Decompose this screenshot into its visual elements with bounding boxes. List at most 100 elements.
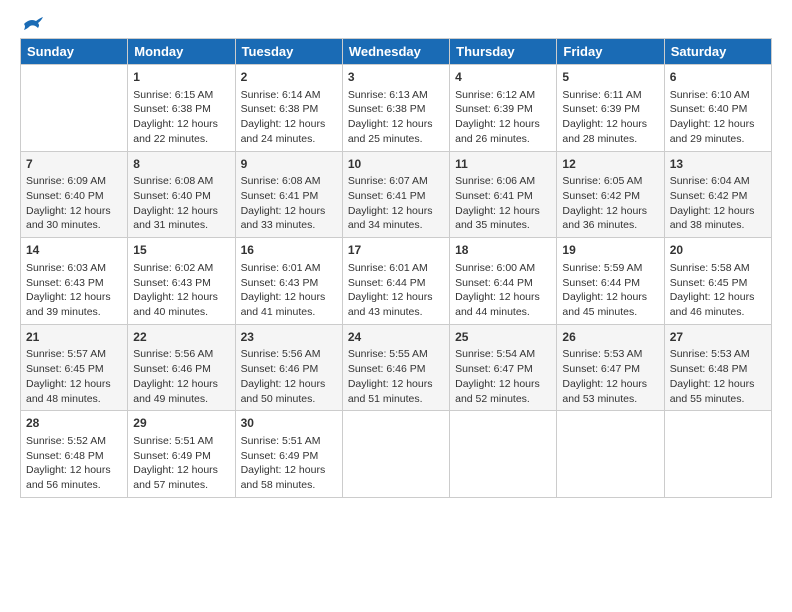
day-number: 2	[241, 69, 337, 86]
calendar-cell: 14Sunrise: 6:03 AM Sunset: 6:43 PM Dayli…	[21, 238, 128, 325]
day-info: Sunrise: 5:55 AM Sunset: 6:46 PM Dayligh…	[348, 347, 444, 406]
day-info: Sunrise: 6:09 AM Sunset: 6:40 PM Dayligh…	[26, 174, 122, 233]
day-header-tuesday: Tuesday	[235, 39, 342, 65]
day-number: 20	[670, 242, 766, 259]
day-info: Sunrise: 6:12 AM Sunset: 6:39 PM Dayligh…	[455, 88, 551, 147]
day-info: Sunrise: 5:53 AM Sunset: 6:48 PM Dayligh…	[670, 347, 766, 406]
day-info: Sunrise: 6:03 AM Sunset: 6:43 PM Dayligh…	[26, 261, 122, 320]
day-number: 9	[241, 156, 337, 173]
calendar-cell: 21Sunrise: 5:57 AM Sunset: 6:45 PM Dayli…	[21, 324, 128, 411]
day-number: 28	[26, 415, 122, 432]
day-number: 24	[348, 329, 444, 346]
calendar-cell: 6 Sunrise: 6:10 AM Sunset: 6:40 PM Daylig…	[664, 65, 771, 152]
calendar-cell: 19 Sunrise: 5:59 AM Sunset: 6:44 PM Dayli…	[557, 238, 664, 325]
calendar-cell: 28 Sunrise: 5:52 AM Sunset: 6:48 PM Dayli…	[21, 411, 128, 498]
day-info: Sunrise: 6:01 AM Sunset: 6:44 PM Dayligh…	[348, 261, 444, 320]
page-container: SundayMondayTuesdayWednesdayThursdayFrid…	[0, 0, 792, 508]
day-number: 18	[455, 242, 551, 259]
calendar-cell: 15 Sunrise: 6:02 AM Sunset: 6:43 PM Dayli…	[128, 238, 235, 325]
day-number: 10	[348, 156, 444, 173]
calendar-week-row: 14Sunrise: 6:03 AM Sunset: 6:43 PM Dayli…	[21, 238, 772, 325]
day-number: 8	[133, 156, 229, 173]
day-info: Sunrise: 6:06 AM Sunset: 6:41 PM Dayligh…	[455, 174, 551, 233]
logo	[20, 16, 44, 32]
calendar-week-row: 21Sunrise: 5:57 AM Sunset: 6:45 PM Dayli…	[21, 324, 772, 411]
day-number: 11	[455, 156, 551, 173]
day-number: 27	[670, 329, 766, 346]
calendar-cell	[21, 65, 128, 152]
day-info: Sunrise: 6:05 AM Sunset: 6:42 PM Dayligh…	[562, 174, 658, 233]
day-info: Sunrise: 6:11 AM Sunset: 6:39 PM Dayligh…	[562, 88, 658, 147]
calendar-cell	[342, 411, 449, 498]
calendar-week-row: 28 Sunrise: 5:52 AM Sunset: 6:48 PM Dayli…	[21, 411, 772, 498]
day-info: Sunrise: 6:04 AM Sunset: 6:42 PM Dayligh…	[670, 174, 766, 233]
day-info: Sunrise: 5:54 AM Sunset: 6:47 PM Dayligh…	[455, 347, 551, 406]
calendar-cell: 4 Sunrise: 6:12 AM Sunset: 6:39 PM Daylig…	[450, 65, 557, 152]
calendar-cell: 30Sunrise: 5:51 AM Sunset: 6:49 PM Dayli…	[235, 411, 342, 498]
day-info: Sunrise: 5:51 AM Sunset: 6:49 PM Dayligh…	[133, 434, 229, 493]
day-info: Sunrise: 6:10 AM Sunset: 6:40 PM Dayligh…	[670, 88, 766, 147]
day-info: Sunrise: 5:59 AM Sunset: 6:44 PM Dayligh…	[562, 261, 658, 320]
calendar-cell: 3 Sunrise: 6:13 AM Sunset: 6:38 PM Daylig…	[342, 65, 449, 152]
day-number: 1	[133, 69, 229, 86]
day-info: Sunrise: 5:53 AM Sunset: 6:47 PM Dayligh…	[562, 347, 658, 406]
calendar-cell	[664, 411, 771, 498]
day-info: Sunrise: 5:56 AM Sunset: 6:46 PM Dayligh…	[133, 347, 229, 406]
calendar-cell: 9Sunrise: 6:08 AM Sunset: 6:41 PM Daylig…	[235, 151, 342, 238]
calendar-cell: 8Sunrise: 6:08 AM Sunset: 6:40 PM Daylig…	[128, 151, 235, 238]
day-number: 23	[241, 329, 337, 346]
calendar-cell: 25Sunrise: 5:54 AM Sunset: 6:47 PM Dayli…	[450, 324, 557, 411]
day-info: Sunrise: 6:01 AM Sunset: 6:43 PM Dayligh…	[241, 261, 337, 320]
day-info: Sunrise: 5:51 AM Sunset: 6:49 PM Dayligh…	[241, 434, 337, 493]
calendar-cell: 20 Sunrise: 5:58 AM Sunset: 6:45 PM Dayli…	[664, 238, 771, 325]
day-number: 25	[455, 329, 551, 346]
day-number: 13	[670, 156, 766, 173]
calendar-cell: 13Sunrise: 6:04 AM Sunset: 6:42 PM Dayli…	[664, 151, 771, 238]
calendar-cell: 18 Sunrise: 6:00 AM Sunset: 6:44 PM Dayli…	[450, 238, 557, 325]
day-info: Sunrise: 6:00 AM Sunset: 6:44 PM Dayligh…	[455, 261, 551, 320]
day-info: Sunrise: 5:57 AM Sunset: 6:45 PM Dayligh…	[26, 347, 122, 406]
day-number: 12	[562, 156, 658, 173]
calendar-cell	[557, 411, 664, 498]
day-info: Sunrise: 5:52 AM Sunset: 6:48 PM Dayligh…	[26, 434, 122, 493]
day-number: 4	[455, 69, 551, 86]
day-number: 6	[670, 69, 766, 86]
day-info: Sunrise: 6:08 AM Sunset: 6:41 PM Dayligh…	[241, 174, 337, 233]
day-number: 22	[133, 329, 229, 346]
day-header-thursday: Thursday	[450, 39, 557, 65]
day-header-friday: Friday	[557, 39, 664, 65]
day-number: 21	[26, 329, 122, 346]
day-header-saturday: Saturday	[664, 39, 771, 65]
day-info: Sunrise: 6:13 AM Sunset: 6:38 PM Dayligh…	[348, 88, 444, 147]
calendar-table: SundayMondayTuesdayWednesdayThursdayFrid…	[20, 38, 772, 498]
calendar-cell: 5 Sunrise: 6:11 AM Sunset: 6:39 PM Daylig…	[557, 65, 664, 152]
day-info: Sunrise: 6:14 AM Sunset: 6:38 PM Dayligh…	[241, 88, 337, 147]
day-header-monday: Monday	[128, 39, 235, 65]
calendar-cell: 26Sunrise: 5:53 AM Sunset: 6:47 PM Dayli…	[557, 324, 664, 411]
calendar-cell: 27Sunrise: 5:53 AM Sunset: 6:48 PM Dayli…	[664, 324, 771, 411]
calendar-cell: 10Sunrise: 6:07 AM Sunset: 6:41 PM Dayli…	[342, 151, 449, 238]
calendar-cell: 22Sunrise: 5:56 AM Sunset: 6:46 PM Dayli…	[128, 324, 235, 411]
calendar-cell: 24Sunrise: 5:55 AM Sunset: 6:46 PM Dayli…	[342, 324, 449, 411]
day-info: Sunrise: 6:15 AM Sunset: 6:38 PM Dayligh…	[133, 88, 229, 147]
calendar-cell: 11Sunrise: 6:06 AM Sunset: 6:41 PM Dayli…	[450, 151, 557, 238]
day-number: 7	[26, 156, 122, 173]
day-info: Sunrise: 6:07 AM Sunset: 6:41 PM Dayligh…	[348, 174, 444, 233]
day-header-wednesday: Wednesday	[342, 39, 449, 65]
day-number: 3	[348, 69, 444, 86]
calendar-cell: 12Sunrise: 6:05 AM Sunset: 6:42 PM Dayli…	[557, 151, 664, 238]
calendar-week-row: 7Sunrise: 6:09 AM Sunset: 6:40 PM Daylig…	[21, 151, 772, 238]
day-number: 19	[562, 242, 658, 259]
day-number: 15	[133, 242, 229, 259]
calendar-cell: 23Sunrise: 5:56 AM Sunset: 6:46 PM Dayli…	[235, 324, 342, 411]
day-info: Sunrise: 5:56 AM Sunset: 6:46 PM Dayligh…	[241, 347, 337, 406]
day-number: 5	[562, 69, 658, 86]
calendar-cell: 16Sunrise: 6:01 AM Sunset: 6:43 PM Dayli…	[235, 238, 342, 325]
day-info: Sunrise: 6:02 AM Sunset: 6:43 PM Dayligh…	[133, 261, 229, 320]
day-header-sunday: Sunday	[21, 39, 128, 65]
logo-bird-icon	[22, 16, 44, 32]
calendar-cell: 1 Sunrise: 6:15 AM Sunset: 6:38 PM Daylig…	[128, 65, 235, 152]
day-number: 17	[348, 242, 444, 259]
calendar-cell: 7Sunrise: 6:09 AM Sunset: 6:40 PM Daylig…	[21, 151, 128, 238]
day-info: Sunrise: 5:58 AM Sunset: 6:45 PM Dayligh…	[670, 261, 766, 320]
